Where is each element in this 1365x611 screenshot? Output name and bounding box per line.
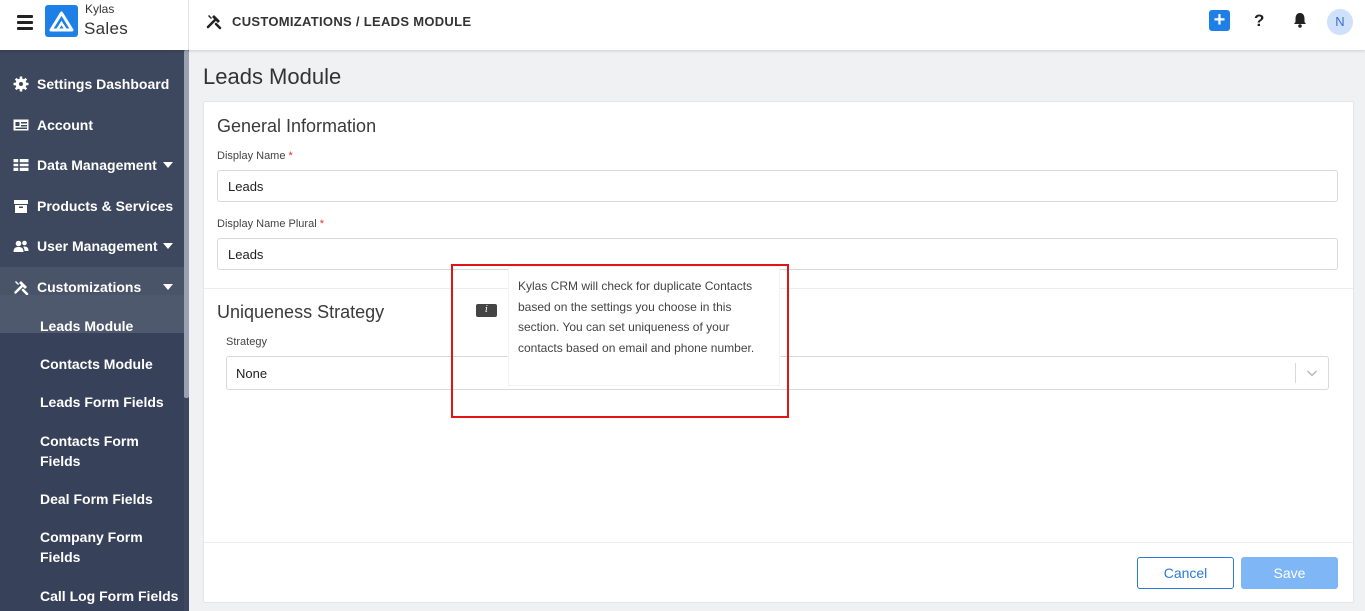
section-title-uniqueness: Uniqueness Strategy <box>217 302 385 322</box>
sidebar-item-settings-dashboard[interactable]: Settings Dashboard <box>0 64 184 104</box>
required-mark: * <box>288 150 293 162</box>
chevron-down-icon[interactable] <box>1305 366 1319 380</box>
id-card-icon <box>13 117 29 133</box>
sidebar-subitem-contacts-module[interactable]: Contacts Module <box>40 354 175 374</box>
top-bar: Kylas Sales CUSTOMIZATIONS / LEADS MODUL… <box>0 0 1365 50</box>
display-name-label-text: Display Name <box>217 150 286 162</box>
strategy-value: None <box>236 366 268 381</box>
sidebar-subitem-contacts-form-fields[interactable]: Contacts Form Fields <box>40 431 175 471</box>
breadcrumb: CUSTOMIZATIONS / LEADS MODULE <box>232 14 472 29</box>
required-mark: * <box>319 218 324 230</box>
select-separator <box>1295 363 1296 383</box>
gear-icon <box>13 76 29 92</box>
page-title: Leads Module <box>203 64 342 89</box>
sidebar-item-data-management[interactable]: Data Management <box>0 145 184 185</box>
help-icon[interactable]: ? <box>1254 11 1264 31</box>
sidebar-item-label: Customizations <box>37 279 142 295</box>
section-title-general: General Information <box>217 116 377 136</box>
display-name-field[interactable]: Leads <box>217 170 1338 202</box>
header-divider <box>188 0 189 50</box>
users-icon <box>13 238 29 254</box>
tooltip-text: Kylas CRM will check for duplicate Conta… <box>518 279 755 356</box>
save-button[interactable]: Save <box>1241 557 1338 589</box>
display-name-plural-label-text: Display Name Plural <box>217 218 317 230</box>
display-name-plural-label: Display Name Plural * <box>217 218 324 230</box>
sidebar-subitem-call-log-form-fields[interactable]: Call Log Form Fields <box>40 586 180 606</box>
display-name-plural-value: Leads <box>228 247 264 262</box>
sidebar-item-label: Data Management <box>37 157 157 173</box>
footer-divider <box>204 542 1353 543</box>
kylas-logo[interactable] <box>45 5 78 37</box>
brand-name: Kylas <box>85 2 115 16</box>
sidebar-subitem-leads-module[interactable]: Leads Module <box>40 316 175 336</box>
caret-down-icon <box>163 162 173 168</box>
sidebar-item-user-management[interactable]: User Management <box>0 226 184 266</box>
caret-down-icon <box>163 243 173 249</box>
sidebar-item-label: Account <box>37 117 93 133</box>
tools-icon <box>13 279 29 296</box>
display-name-value: Leads <box>228 179 264 194</box>
sidebar-subitem-company-form-fields[interactable]: Company Form Fields <box>40 527 175 567</box>
sidebar-item-label: Settings Dashboard <box>37 76 170 92</box>
table-icon <box>13 157 29 173</box>
strategy-label: Strategy <box>226 336 267 348</box>
avatar[interactable]: N <box>1327 9 1353 35</box>
sidebar-subitem-leads-form-fields[interactable]: Leads Form Fields <box>40 392 175 412</box>
display-name-label: Display Name * <box>217 150 293 162</box>
info-icon[interactable]: i <box>476 304 497 317</box>
add-button[interactable]: + <box>1209 10 1230 31</box>
tools-icon <box>205 12 223 30</box>
cancel-button[interactable]: Cancel <box>1137 557 1234 589</box>
hamburger-menu-icon[interactable] <box>17 15 33 30</box>
bell-icon[interactable] <box>1291 11 1309 29</box>
sidebar-item-label: User Management <box>37 238 158 254</box>
sidebar-item-products-services[interactable]: Products & Services <box>0 186 184 226</box>
sidebar-item-account[interactable]: Account <box>0 105 184 145</box>
sidebar-item-label: Products & Services <box>37 198 174 214</box>
brand-product: Sales <box>84 19 129 38</box>
sidebar-subitem-deal-form-fields[interactable]: Deal Form Fields <box>40 489 175 509</box>
box-icon <box>13 198 29 214</box>
sidebar-scrollbar[interactable] <box>184 50 189 398</box>
caret-down-icon <box>163 284 173 290</box>
